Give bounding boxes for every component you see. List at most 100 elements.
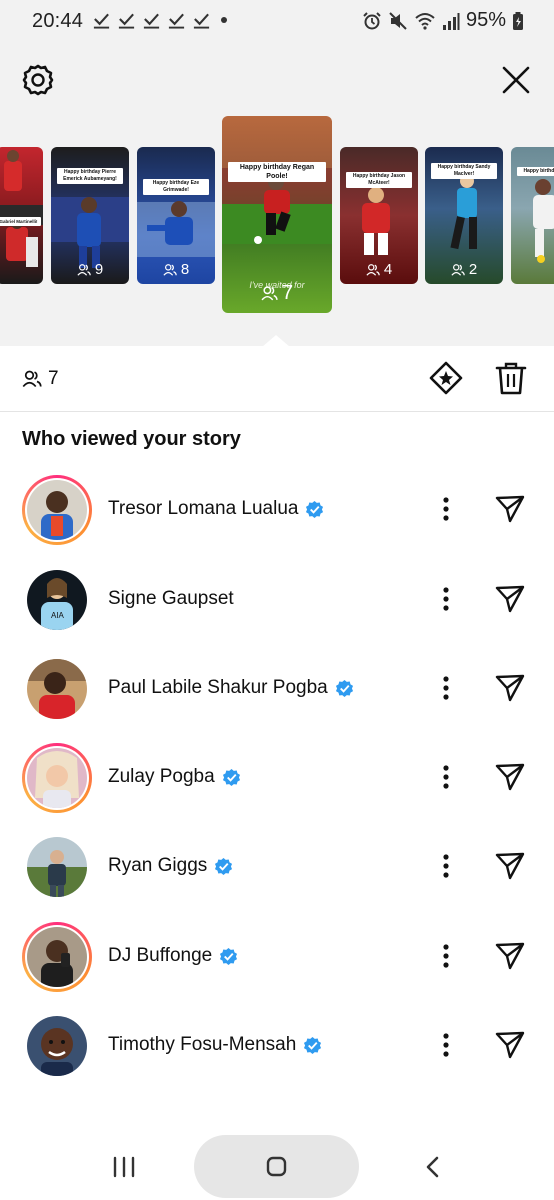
viewer-row[interactable]: Ryan Giggs bbox=[0, 824, 554, 904]
more-options-icon[interactable] bbox=[434, 852, 458, 880]
viewer-name[interactable]: Signe Gaupset bbox=[108, 588, 234, 610]
story-viewer-count: 7 bbox=[222, 282, 332, 305]
wifi-icon bbox=[415, 12, 435, 30]
story-caption: Happy birthday Sandy MacIver! bbox=[431, 163, 497, 179]
verified-badge-icon bbox=[220, 947, 238, 965]
avatar[interactable] bbox=[22, 654, 92, 724]
viewer-name-text: Zulay Pogba bbox=[108, 766, 215, 787]
more-options-icon[interactable] bbox=[434, 942, 458, 970]
viewer-name[interactable]: DJ Buffonge bbox=[108, 945, 238, 967]
viewer-name-text: Ryan Giggs bbox=[108, 855, 208, 876]
story-thumbnail[interactable]: Gabriel Martinelli! bbox=[0, 147, 43, 284]
story-thumbnail[interactable]: Happy birthday S bbox=[511, 147, 554, 284]
viewer-name-text: Signe Gaupset bbox=[108, 588, 234, 609]
check-icon bbox=[118, 13, 135, 29]
viewer-row[interactable]: Timothy Fosu-Mensah bbox=[0, 1003, 554, 1083]
send-message-icon[interactable] bbox=[494, 940, 526, 972]
story-thumbnail-selected[interactable]: Happy birthday Regan Poole! I've waited … bbox=[222, 116, 332, 313]
more-options-icon[interactable] bbox=[434, 763, 458, 791]
story-caption: Gabriel Martinelli! bbox=[0, 217, 41, 226]
story-thumbnail[interactable]: Happy birthday Pierre Emerick Aubameyang… bbox=[51, 147, 129, 284]
story-viewer-number: 7 bbox=[281, 282, 294, 304]
viewer-row[interactable]: Paul Labile Shakur Pogba bbox=[0, 646, 554, 726]
avatar[interactable] bbox=[22, 475, 92, 545]
avatar[interactable]: AIA bbox=[22, 565, 92, 635]
verified-badge-icon bbox=[215, 857, 233, 875]
home-button[interactable] bbox=[194, 1135, 359, 1198]
viewer-name[interactable]: Paul Labile Shakur Pogba bbox=[108, 677, 354, 699]
check-icon bbox=[93, 13, 110, 29]
send-message-icon[interactable] bbox=[494, 672, 526, 704]
story-caption: Happy birthday Regan Poole! bbox=[228, 162, 326, 182]
story-viewer-number: 9 bbox=[94, 261, 104, 278]
story-caption: Happy birthday Pierre Emerick Aubameyang… bbox=[57, 168, 123, 184]
story-thumbnail[interactable]: Happy birthday Eze Grimwade! 8 bbox=[137, 147, 215, 284]
send-message-icon[interactable] bbox=[494, 583, 526, 615]
status-bar: 20:44 95% bbox=[0, 0, 554, 42]
viewer-name[interactable]: Zulay Pogba bbox=[108, 766, 241, 788]
viewer-row[interactable]: Tresor Lomana Lualua bbox=[0, 467, 554, 547]
viewers-icon bbox=[366, 263, 380, 276]
recent-apps-icon[interactable] bbox=[112, 1156, 136, 1178]
viewer-name[interactable]: Timothy Fosu-Mensah bbox=[108, 1034, 322, 1056]
more-options-icon[interactable] bbox=[434, 585, 458, 613]
system-nav-bar bbox=[0, 1130, 554, 1200]
viewer-row[interactable]: AIA Signe Gaupset bbox=[0, 557, 554, 637]
viewers-icon bbox=[77, 263, 91, 276]
viewers-icon bbox=[22, 370, 42, 388]
viewer-count[interactable]: 7 bbox=[22, 368, 59, 390]
viewer-name[interactable]: Tresor Lomana Lualua bbox=[108, 498, 324, 520]
story-tray: Gabriel Martinelli! Happy birthday Pierr… bbox=[0, 42, 554, 347]
back-icon[interactable] bbox=[424, 1156, 440, 1178]
avatar[interactable] bbox=[22, 743, 92, 813]
story-thumbnail[interactable]: Happy birthday Sandy MacIver! 2 bbox=[425, 147, 503, 284]
check-icon bbox=[143, 13, 160, 29]
send-message-icon[interactable] bbox=[494, 850, 526, 882]
send-message-icon[interactable] bbox=[494, 761, 526, 793]
viewers-icon bbox=[261, 286, 278, 301]
viewers-icon bbox=[451, 263, 465, 276]
viewer-row[interactable]: Zulay Pogba bbox=[0, 735, 554, 815]
system-icons: 95% bbox=[362, 9, 524, 32]
avatar[interactable] bbox=[22, 832, 92, 902]
more-options-icon[interactable] bbox=[434, 1031, 458, 1059]
status-time: 20:44 bbox=[32, 10, 84, 32]
settings-gear-icon[interactable] bbox=[20, 62, 56, 98]
more-options-icon[interactable] bbox=[434, 674, 458, 702]
avatar[interactable] bbox=[22, 922, 92, 992]
story-thumbnail[interactable]: Happy birthday Jason McAteer! 4 bbox=[340, 147, 418, 284]
dot-icon bbox=[221, 17, 227, 23]
viewer-name[interactable]: Ryan Giggs bbox=[108, 855, 233, 877]
story-stats-bar: 7 bbox=[0, 346, 554, 412]
trash-icon[interactable] bbox=[494, 360, 528, 396]
viewer-name-text: Tresor Lomana Lualua bbox=[108, 498, 299, 519]
verified-badge-icon bbox=[304, 1036, 322, 1054]
story-viewer-number: 8 bbox=[180, 261, 190, 278]
story-viewer-number: 2 bbox=[468, 261, 478, 278]
viewer-name-text: Paul Labile Shakur Pogba bbox=[108, 677, 328, 698]
story-viewer-count: 9 bbox=[51, 261, 129, 278]
avatar[interactable] bbox=[22, 1011, 92, 1081]
story-caption: Happy birthday Eze Grimwade! bbox=[143, 179, 209, 195]
more-options-icon[interactable] bbox=[434, 495, 458, 523]
story-caption: Happy birthday Jason McAteer! bbox=[346, 172, 412, 188]
viewers-icon bbox=[163, 263, 177, 276]
signal-icon bbox=[442, 12, 460, 30]
story-viewer-count: 8 bbox=[137, 261, 215, 278]
send-message-icon[interactable] bbox=[494, 1029, 526, 1061]
highlight-star-icon[interactable] bbox=[428, 360, 464, 396]
viewer-name-text: Timothy Fosu-Mensah bbox=[108, 1034, 297, 1055]
verified-badge-icon bbox=[335, 679, 353, 697]
viewer-row[interactable]: DJ Buffonge bbox=[0, 914, 554, 994]
battery-percent: 95% bbox=[465, 9, 506, 31]
svg-text:AIA: AIA bbox=[51, 611, 65, 620]
story-viewer-number: 4 bbox=[383, 261, 393, 278]
viewer-name-text: DJ Buffonge bbox=[108, 945, 213, 966]
verified-badge-icon bbox=[222, 768, 240, 786]
story-viewer-count: 2 bbox=[425, 261, 503, 278]
alarm-icon bbox=[363, 11, 381, 29]
story-image bbox=[0, 150, 43, 267]
send-message-icon[interactable] bbox=[494, 493, 526, 525]
story-viewer-count: 4 bbox=[340, 261, 418, 278]
close-icon[interactable] bbox=[500, 64, 532, 96]
